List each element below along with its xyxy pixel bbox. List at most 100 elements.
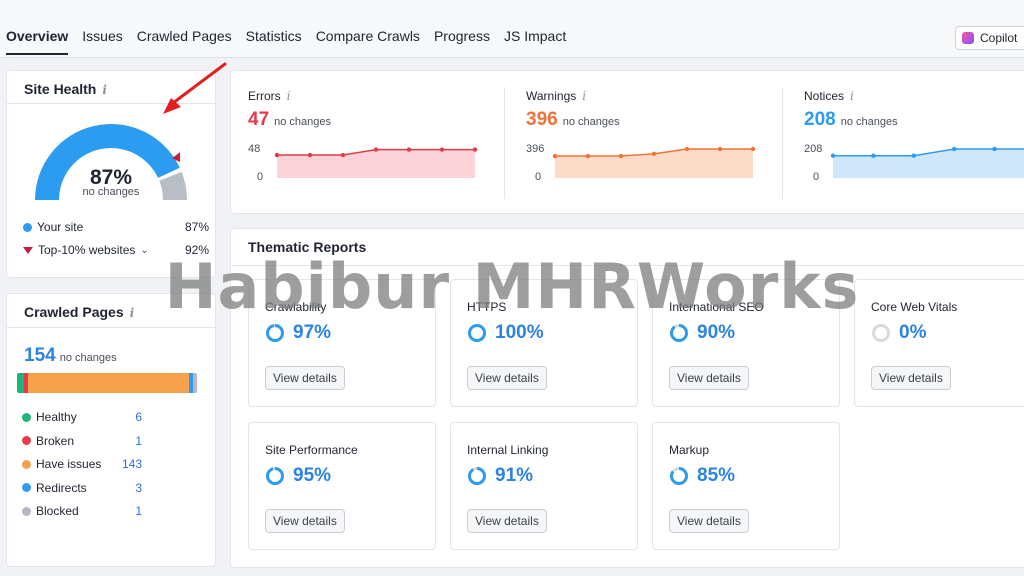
crawled-pages-bar — [17, 373, 197, 393]
report-score: 100% — [467, 322, 544, 344]
report-name: Core Web Vitals — [871, 300, 958, 314]
tab-statistics[interactable]: Statistics — [246, 28, 302, 55]
copilot-icon — [962, 32, 974, 44]
tab-crawled-pages[interactable]: Crawled Pages — [137, 28, 232, 55]
site-health-title: Site Health i — [24, 81, 107, 97]
report-score-value: 91% — [495, 465, 534, 486]
axis-tick-top: 208 — [804, 143, 822, 155]
progress-ring-icon — [266, 467, 284, 485]
view-details-button[interactable]: View details — [467, 366, 547, 390]
crawled-total-value[interactable]: 154 — [24, 345, 56, 367]
status-dot — [22, 436, 31, 445]
sparkline-point[interactable] — [750, 146, 756, 152]
stat-count[interactable]: 3 — [135, 481, 142, 495]
info-icon[interactable]: i — [102, 83, 107, 97]
sparkline-point[interactable] — [439, 147, 445, 152]
triangle-marker-icon — [23, 246, 33, 254]
sparkline-point[interactable] — [952, 146, 957, 152]
issues-summary-card: Errors i 47 no changes 48 0 Warnings i 396 no cha… — [230, 70, 1024, 214]
status-dot — [22, 459, 31, 469]
report-score-value: 0% — [899, 322, 927, 343]
sparkline-point[interactable] — [585, 153, 591, 159]
sparkline-point[interactable] — [307, 152, 313, 158]
sparkline-point[interactable] — [274, 152, 280, 158]
annotation-arrow-icon — [163, 62, 227, 114]
bar-segment-healthy[interactable] — [17, 373, 24, 393]
sparkline: 48 0 — [248, 143, 478, 183]
sparkline-point[interactable] — [684, 146, 690, 152]
crawled-total-note: no changes — [59, 352, 117, 364]
legend-label: Top-10% websites — [38, 243, 136, 257]
copilot-button[interactable]: Copilot — [955, 26, 1024, 50]
stat-row-blocked: Blocked 1 — [22, 504, 142, 518]
stat-label: Broken — [36, 433, 75, 448]
chevron-down-icon[interactable]: ⌄ — [140, 245, 148, 256]
bar-segment-blocked[interactable] — [193, 373, 197, 393]
report-card-international-seo: International SEO 90% View details — [652, 279, 840, 407]
axis-tick-top: 396 — [526, 143, 544, 155]
progress-ring-icon — [872, 324, 890, 342]
sparkline-point[interactable] — [373, 147, 379, 152]
sparkline-point[interactable] — [717, 146, 723, 152]
stat-count[interactable]: 1 — [135, 434, 142, 448]
stat-label: Blocked — [36, 504, 79, 518]
sparkline-point[interactable] — [651, 151, 657, 157]
axis-tick-top: 48 — [248, 143, 260, 155]
legend-your-site: Your site 87% — [23, 220, 209, 234]
metric-warnings[interactable]: Warnings i 396 no changes 396 0 — [509, 71, 779, 215]
axis-tick-bottom: 0 — [813, 171, 819, 183]
axis-tick-bottom: 0 — [535, 171, 541, 183]
legend-top-10[interactable]: Top-10% websites ⌄ 92% — [23, 243, 209, 257]
tab-js-impact[interactable]: JS Impact — [504, 28, 566, 55]
progress-ring-icon — [266, 324, 284, 342]
report-score: 95% — [265, 465, 331, 487]
report-score: 90% — [669, 322, 735, 344]
sparkline-point[interactable] — [472, 147, 478, 152]
view-details-button[interactable]: View details — [871, 366, 951, 390]
metric-notices[interactable]: Notices i 208 no changes 208 0 — [787, 71, 1024, 215]
view-details-button[interactable]: View details — [669, 366, 749, 390]
copilot-label: Copilot — [980, 31, 1018, 45]
legend-value: 92% — [184, 243, 209, 257]
sparkline-point[interactable] — [406, 147, 412, 152]
sparkline-point[interactable] — [871, 153, 876, 158]
progress-ring-icon — [670, 467, 688, 485]
sparkline-point[interactable] — [830, 153, 836, 158]
tab-progress[interactable]: Progress — [434, 28, 490, 55]
view-details-button[interactable]: View details — [467, 509, 547, 533]
report-name: Markup — [669, 443, 710, 457]
top-navigation: Overview Issues Crawled Pages Statistics… — [0, 0, 1024, 58]
view-details-button[interactable]: View details — [669, 509, 749, 533]
crawled-total: 154 no changes — [24, 345, 117, 367]
stat-row-healthy: Healthy 6 — [22, 410, 142, 424]
sparkline-point[interactable] — [552, 153, 558, 159]
view-details-button[interactable]: View details — [265, 509, 345, 533]
sparkline-point[interactable] — [911, 153, 916, 158]
status-dot — [22, 412, 31, 422]
view-details-button[interactable]: View details — [265, 366, 345, 390]
metric-errors[interactable]: Errors i 47 no changes 48 0 — [231, 71, 501, 215]
report-name: International SEO — [669, 300, 764, 314]
sparkline: 2080 — [804, 143, 1024, 183]
sparkline-point[interactable] — [340, 152, 346, 158]
report-score: 85% — [669, 465, 735, 487]
stat-count[interactable]: 6 — [135, 410, 142, 424]
progress-ring-icon — [468, 324, 486, 342]
sparkline-point[interactable] — [618, 153, 624, 159]
bar-segment-have-issues[interactable] — [27, 373, 190, 393]
tab-issues[interactable]: Issues — [82, 28, 122, 55]
sparkline-point[interactable] — [992, 146, 997, 152]
tab-overview[interactable]: Overview — [6, 28, 69, 55]
axis-tick-bottom: 0 — [257, 171, 263, 183]
stat-count[interactable]: 143 — [122, 457, 142, 471]
info-icon[interactable]: i — [130, 306, 135, 320]
sparkline: 396 0 — [526, 143, 756, 183]
stat-row-redirects: Redirects 3 — [22, 481, 142, 495]
report-score-value: 97% — [293, 322, 332, 343]
tab-compare-crawls[interactable]: Compare Crawls — [316, 28, 420, 55]
status-dot — [22, 483, 31, 492]
report-score: 97% — [265, 322, 331, 344]
crawled-pages-title: Crawled Pages i — [24, 304, 134, 320]
stat-count[interactable]: 1 — [135, 504, 142, 518]
report-card-crawlability: Crawlability 97% View details — [248, 279, 436, 407]
